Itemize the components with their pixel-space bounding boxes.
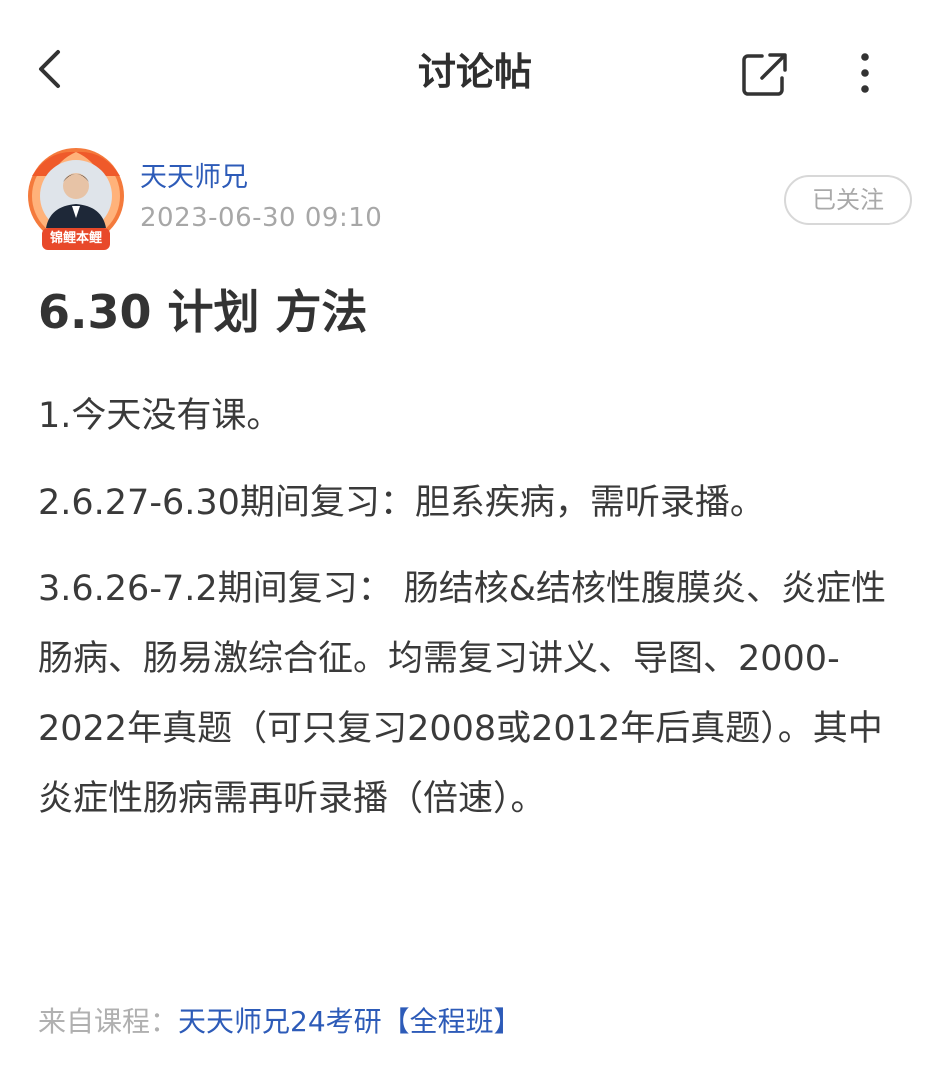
post-title: 6.30 计划 方法	[38, 285, 368, 339]
follow-button[interactable]: 已关注	[784, 175, 912, 225]
avatar[interactable]: 锦鲤本鲤	[18, 146, 134, 254]
avatar-badge-text: 锦鲤本鲤	[49, 231, 102, 246]
post-paragraph: 3.6.26-7.2期间复习： 肠结核&结核性腹膜炎、炎症性肠病、肠易激综合征。…	[38, 569, 887, 819]
page-title: 讨论帖	[417, 50, 532, 94]
post-paragraph: 1.今天没有课。	[38, 396, 282, 436]
more-vertical-icon	[861, 53, 869, 93]
course-link[interactable]: 天天师兄24考研【全程班】	[178, 1005, 522, 1038]
source-label: 来自课程：	[38, 1005, 179, 1038]
author-name[interactable]: 天天师兄	[140, 160, 248, 196]
top-nav-bar: 讨论帖	[0, 0, 950, 140]
post-paragraph: 2.6.27-6.30期间复习：胆系疾病，需听录播。	[38, 483, 765, 523]
share-external-icon	[742, 53, 787, 96]
more-options-button[interactable]	[842, 48, 888, 98]
post-body: 1.今天没有课。 2.6.27-6.30期间复习：胆系疾病，需听录播。 3.6.…	[38, 386, 898, 850]
post-timestamp: 2023-06-30 09:10	[140, 203, 383, 233]
share-button[interactable]	[740, 50, 790, 100]
author-header: 锦鲤本鲤 天天师兄 2023-06-30 09:10 已关注	[0, 140, 950, 260]
course-source: 来自课程：天天师兄24考研【全程班】	[38, 1000, 522, 1044]
